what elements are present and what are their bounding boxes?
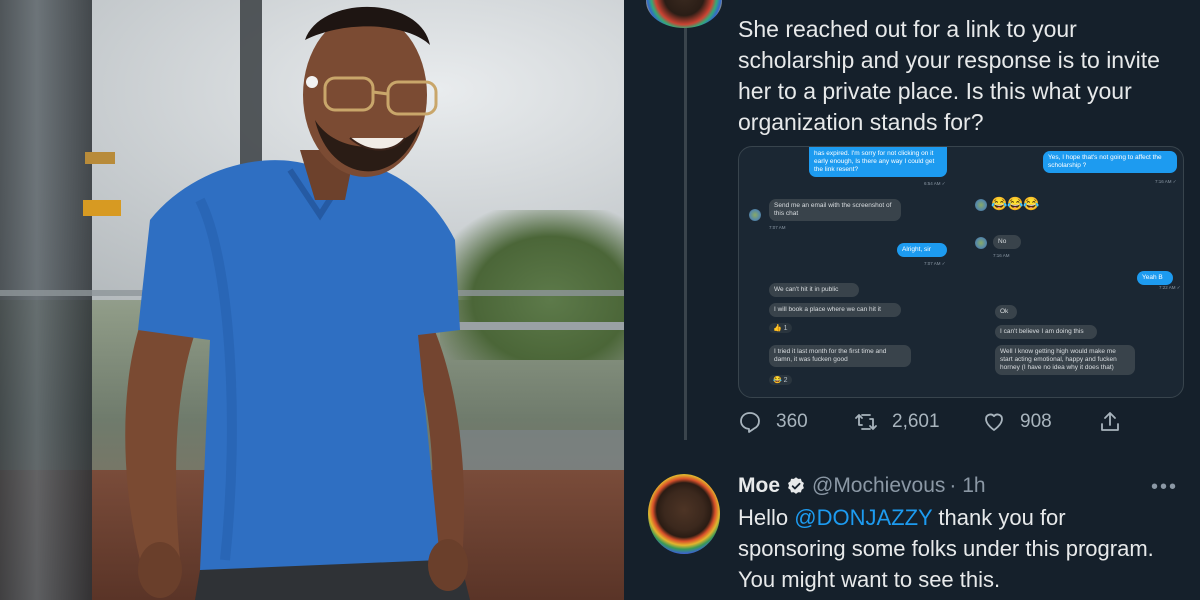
chat-timestamp: 7:07 AM	[769, 225, 786, 230]
chat-screenshot-image[interactable]: has expired. I'm sorry for not clicking …	[738, 146, 1184, 398]
original-tweet-avatar[interactable]	[646, 0, 722, 28]
more-options-icon[interactable]: •••	[1151, 476, 1178, 499]
chat-message-out: Alright, sir	[897, 243, 947, 257]
reply-tweet[interactable]: Moe @Mochievous · 1h ••• Hello @DONJAZZY…	[624, 466, 1200, 600]
chat-timestamp: 7:22 AM ✓	[1159, 285, 1181, 290]
chat-message-in: No	[993, 235, 1021, 249]
chat-message-out: has expired. I'm sorry for not clicking …	[809, 147, 947, 177]
profile-photo	[0, 0, 624, 600]
chat-avatar	[749, 209, 761, 221]
verified-badge-icon	[788, 477, 804, 494]
retweet-button[interactable]: 2,601	[854, 404, 940, 440]
reply-header: Moe @Mochievous · 1h	[738, 472, 986, 500]
reply-author-handle[interactable]: @Mochievous	[812, 472, 945, 500]
reply-count: 360	[776, 411, 808, 432]
chat-timestamp: 7:07 AM ✓	[924, 261, 946, 266]
reaction-count: 2	[783, 377, 788, 384]
reply-body: Hello @DONJAZZY thank you for sponsoring…	[738, 502, 1178, 595]
chat-message-out: Yes, I hope that's not going to affect t…	[1043, 151, 1177, 173]
tweet-body: She reached out for a link to your schol…	[738, 16, 1160, 135]
reaction-count: 1	[783, 325, 788, 332]
reply-text-prefix: Hello	[738, 505, 795, 530]
like-count: 908	[1020, 411, 1052, 432]
reply-author-avatar[interactable]	[648, 474, 720, 554]
chat-timestamp: 6:54 AM ✓	[924, 181, 946, 186]
tweet-action-bar: 360 2,601 908	[738, 404, 1198, 440]
chat-message-in: Well I know getting high would make me s…	[995, 345, 1135, 375]
chat-message-in: I will book a place where we can hit it	[769, 303, 901, 317]
laughing-emoji-icon: 😂😂😂	[991, 196, 1040, 211]
like-button[interactable]: 908	[982, 404, 1052, 440]
retweet-icon	[855, 414, 877, 430]
chat-message-in: Send me an email with the screenshot of …	[769, 199, 901, 221]
chat-avatar	[975, 237, 987, 249]
chat-message-in: We can't hit it in public	[769, 283, 859, 297]
chat-message-in: Ok	[995, 305, 1017, 319]
composite-image: She reached out for a link to your schol…	[0, 0, 1200, 600]
chat-timestamp: 7:16 AM	[993, 253, 1010, 258]
chat-message-out: Yeah B	[1137, 271, 1173, 285]
tweet-thread: She reached out for a link to your schol…	[624, 0, 1200, 600]
chat-timestamp: 7:16 AM ✓	[1155, 179, 1177, 184]
retweet-count: 2,601	[892, 411, 940, 432]
share-button[interactable]	[1098, 404, 1136, 440]
laugh-reaction: 😂 2	[769, 375, 792, 385]
reply-icon	[740, 412, 760, 433]
mention-link[interactable]: @DONJAZZY	[794, 505, 932, 530]
like-icon	[985, 413, 1003, 431]
chat-message-in: I can't believe I am doing this	[995, 325, 1097, 339]
reply-button[interactable]: 360	[738, 404, 808, 440]
thumbs-up-reaction: 👍 1	[769, 323, 792, 333]
man-in-blue-shirt	[125, 6, 470, 600]
thread-connector-line	[684, 0, 687, 440]
reply-author-name[interactable]: Moe	[738, 472, 780, 500]
share-icon	[1101, 412, 1119, 431]
chat-avatar	[975, 199, 987, 211]
reply-timestamp[interactable]: · 1h	[949, 472, 985, 500]
chat-message-in: I tried it last month for the first time…	[769, 345, 911, 367]
